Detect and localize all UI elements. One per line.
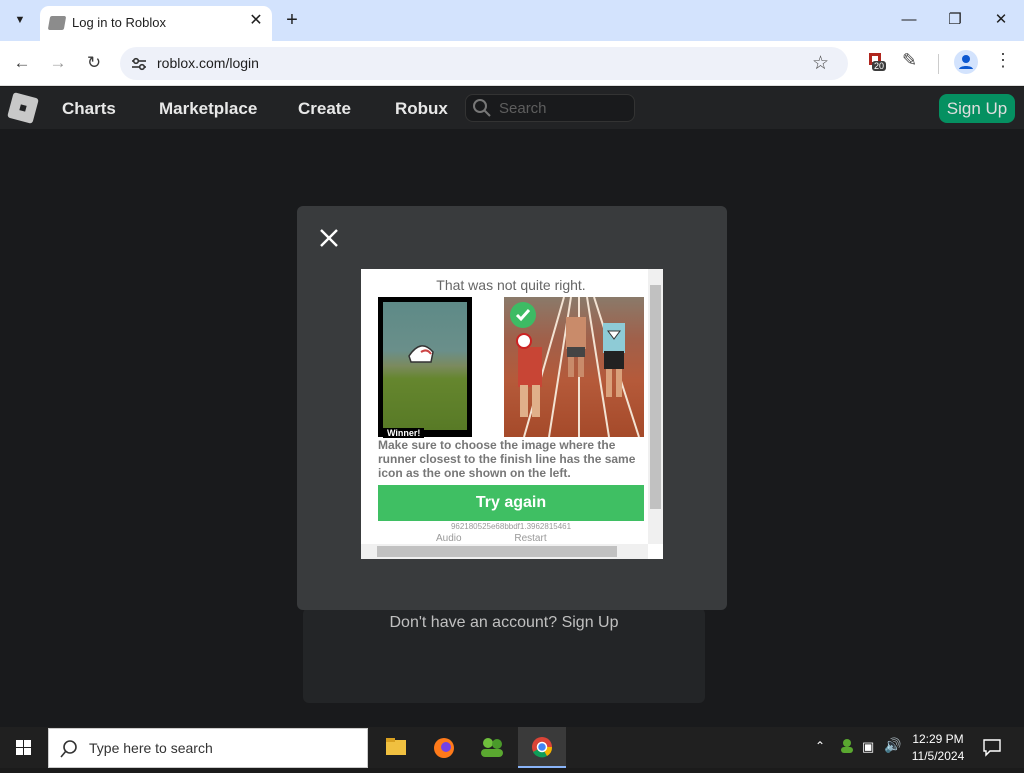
back-arrow-icon[interactable]: ← — [10, 51, 34, 75]
captcha-instructions: Make sure to choose the image where the … — [378, 438, 636, 480]
vertical-scrollbar[interactable] — [648, 269, 663, 544]
captcha-header: That was not quite right. — [436, 277, 586, 293]
nav-charts[interactable]: Charts — [62, 99, 116, 119]
chrome-icon[interactable] — [518, 727, 566, 768]
windows-taskbar: Type here to search ⌃ ▣ 🔊 12:29 PM 11/5/… — [0, 727, 1024, 768]
modal-close-icon[interactable] — [317, 226, 341, 250]
clock-date: 11/5/2024 — [911, 749, 965, 763]
tray-people-icon[interactable] — [838, 737, 856, 760]
captcha-option-image[interactable] — [504, 297, 644, 437]
extension-icon[interactable]: 20 — [866, 50, 887, 72]
search-input[interactable]: Search — [465, 94, 635, 122]
restore-icon[interactable]: ❐ — [932, 0, 978, 41]
try-again-button[interactable]: Try again — [378, 485, 644, 521]
roblox-logo-icon[interactable] — [7, 92, 39, 124]
more-menu-icon[interactable]: ⋮ — [994, 50, 1012, 71]
notifications-icon[interactable] — [982, 737, 1002, 762]
taskbar-search-box[interactable]: Type here to search — [48, 728, 368, 768]
browser-tab-strip: ▼ Log in to Roblox ✕ + — ❐ ✕ — [0, 0, 1024, 41]
roblox-header: Charts Marketplace Create Robux Search S… — [0, 87, 1024, 129]
reference-label: Winner! — [383, 428, 425, 438]
browser-tab[interactable]: Log in to Roblox ✕ — [40, 6, 272, 41]
captcha-session-id: 962180525e68bbdf1.3962815461 — [450, 522, 572, 531]
tab-title: Log in to Roblox — [72, 15, 166, 30]
windows-start-icon[interactable] — [0, 727, 48, 768]
bookmark-star-icon[interactable]: ☆ — [812, 52, 829, 75]
reload-icon[interactable]: ↻ — [82, 51, 106, 75]
horizontal-scroll-thumb[interactable] — [377, 546, 617, 557]
restart-link[interactable]: Restart — [514, 533, 546, 544]
taskbar-search-icon — [60, 740, 77, 758]
system-clock[interactable]: 12:29 PM 11/5/2024 — [906, 731, 970, 765]
search-placeholder: Search — [499, 100, 547, 117]
forward-arrow-icon[interactable]: → — [46, 51, 70, 75]
nav-create[interactable]: Create — [298, 99, 351, 119]
vertical-scroll-thumb[interactable] — [650, 285, 661, 509]
reference-picture — [383, 302, 467, 430]
captcha-modal: That was not quite right. Winner! Make s… — [297, 206, 727, 610]
no-account-signup-link[interactable]: Don't have an account? Sign Up — [304, 614, 704, 632]
clock-time: 12:29 PM — [912, 732, 964, 746]
network-icon[interactable]: ▣ — [862, 739, 874, 755]
file-explorer-icon[interactable] — [372, 727, 420, 768]
volume-icon[interactable]: 🔊 — [884, 737, 901, 754]
tab-search-chevron-icon[interactable]: ▼ — [8, 9, 32, 31]
window-close-icon[interactable]: ✕ — [978, 0, 1024, 41]
roblox-favicon-icon — [47, 16, 67, 30]
profile-avatar-icon[interactable] — [954, 50, 978, 74]
nav-marketplace[interactable]: Marketplace — [159, 99, 257, 119]
url-text: roblox.com/login — [157, 55, 259, 71]
address-bar[interactable]: roblox.com/login ☆ — [120, 47, 848, 80]
extensions-puzzle-icon[interactable]: ✎ — [902, 50, 917, 71]
horizontal-scrollbar[interactable] — [361, 544, 648, 559]
sign-up-button[interactable]: Sign Up — [939, 94, 1015, 123]
people-app-icon[interactable] — [468, 727, 516, 768]
minimize-icon[interactable]: — — [886, 0, 932, 41]
tab-close-icon[interactable]: ✕ — [246, 11, 266, 31]
site-settings-icon[interactable] — [130, 55, 148, 73]
nav-robux[interactable]: Robux — [395, 99, 448, 119]
captcha-footer-links: Audio Restart — [436, 533, 547, 544]
browser-toolbar: ← → ↻ roblox.com/login ☆ 20 ✎ ⋮ — [0, 41, 1024, 86]
tray-chevron-icon[interactable]: ⌃ — [815, 739, 825, 753]
extension-badge: 20 — [872, 61, 887, 71]
audio-link[interactable]: Audio — [436, 533, 462, 544]
selected-check-icon — [510, 302, 536, 328]
captcha-frame: That was not quite right. Winner! Make s… — [361, 269, 663, 559]
login-page: Don't have an account? Sign Up That was … — [0, 129, 1024, 727]
reference-image: Winner! — [378, 297, 472, 438]
taskbar-search-placeholder: Type here to search — [89, 740, 213, 756]
firefox-icon[interactable] — [420, 727, 468, 768]
winner-hat-icon — [408, 345, 434, 363]
search-icon — [473, 99, 491, 117]
toolbar-divider — [938, 54, 939, 74]
captcha-content: That was not quite right. Winner! Make s… — [361, 269, 648, 544]
new-tab-plus-icon[interactable]: + — [282, 9, 302, 31]
